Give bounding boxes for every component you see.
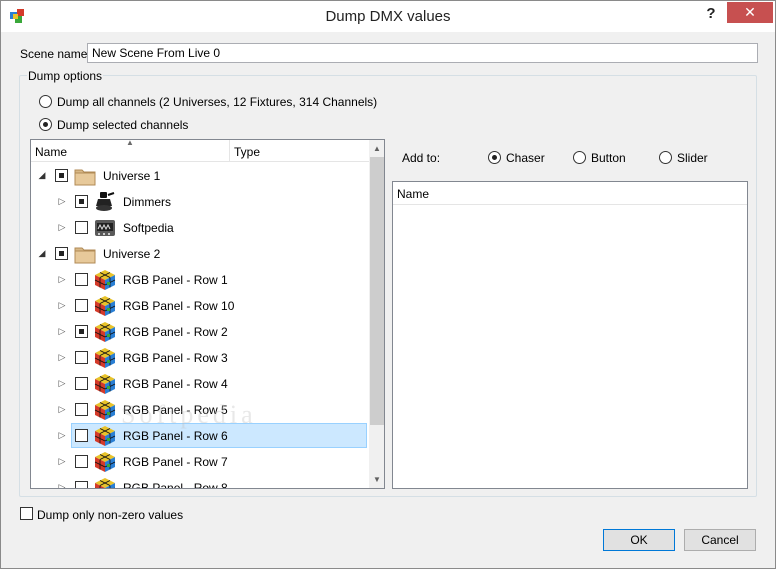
row-label: RGB Panel - Row 6 bbox=[123, 429, 228, 443]
add-to-button-radio[interactable] bbox=[573, 151, 586, 164]
column-type-header[interactable]: Type bbox=[234, 145, 260, 159]
row-checkbox[interactable] bbox=[55, 169, 68, 182]
row-checkbox[interactable] bbox=[75, 221, 88, 234]
row-label: Softpedia bbox=[123, 221, 174, 235]
rgb-cube-icon bbox=[94, 295, 116, 317]
add-to-slider-radio[interactable] bbox=[659, 151, 672, 164]
tree-row[interactable]: ◢ Universe 2 bbox=[31, 241, 369, 267]
device-icon bbox=[94, 217, 116, 239]
folder-icon bbox=[74, 165, 96, 187]
window-title: Dump DMX values bbox=[325, 8, 451, 25]
scroll-down-icon[interactable]: ▼ bbox=[369, 471, 384, 488]
expanded-arrow-icon[interactable]: ◢ bbox=[37, 170, 47, 180]
row-label: RGB Panel - Row 1 bbox=[123, 273, 228, 287]
ok-button[interactable]: OK bbox=[603, 529, 675, 551]
collapsed-arrow-icon[interactable]: ▷ bbox=[57, 222, 67, 232]
tree-header: ▲ Name Type bbox=[31, 140, 369, 162]
nonzero-label[interactable]: Dump only non-zero values bbox=[37, 508, 183, 522]
add-to-list-header: Name bbox=[393, 182, 747, 205]
scroll-thumb[interactable] bbox=[370, 157, 384, 425]
tree-row[interactable]: ▷ RGB Panel - Row 7 bbox=[31, 449, 369, 475]
add-to-chaser-radio[interactable] bbox=[488, 151, 501, 164]
cancel-button[interactable]: Cancel bbox=[684, 529, 756, 551]
add-to-label: Add to: bbox=[402, 151, 441, 165]
row-checkbox[interactable] bbox=[75, 299, 88, 312]
rgb-cube-icon bbox=[94, 425, 116, 447]
rgb-cube-icon bbox=[94, 321, 116, 343]
dimmer-lamp-icon bbox=[94, 191, 116, 213]
add-to-chaser-label[interactable]: Chaser bbox=[506, 151, 545, 165]
folder-icon bbox=[74, 243, 96, 265]
collapsed-arrow-icon[interactable]: ▷ bbox=[57, 196, 67, 206]
dump-selected-radio[interactable] bbox=[39, 118, 52, 131]
row-checkbox[interactable] bbox=[75, 429, 88, 442]
add-to-name-header[interactable]: Name bbox=[397, 187, 429, 201]
row-label: Universe 2 bbox=[103, 247, 161, 261]
collapsed-arrow-icon[interactable]: ▷ bbox=[57, 430, 67, 440]
rgb-cube-icon bbox=[94, 399, 116, 421]
rgb-cube-icon bbox=[94, 477, 116, 488]
dump-dmx-dialog: Dump DMX values ? ✕ Scene name: New Scen… bbox=[0, 0, 776, 569]
row-checkbox[interactable] bbox=[75, 455, 88, 468]
collapsed-arrow-icon[interactable]: ▷ bbox=[57, 378, 67, 388]
row-checkbox[interactable] bbox=[75, 481, 88, 488]
collapsed-arrow-icon[interactable]: ▷ bbox=[57, 326, 67, 336]
add-to-slider-label[interactable]: Slider bbox=[677, 151, 708, 165]
rgb-cube-icon bbox=[94, 269, 116, 291]
fixture-tree[interactable]: ▲ Name Type ◢ Universe 1 ▷ Dimmers ▷ Softpedi… bbox=[30, 139, 385, 489]
title-bar[interactable]: Dump DMX values ? ✕ bbox=[1, 1, 775, 32]
nonzero-checkbox[interactable] bbox=[20, 507, 33, 520]
dump-options-title: Dump options bbox=[27, 69, 104, 83]
column-separator[interactable] bbox=[229, 140, 230, 162]
row-checkbox[interactable] bbox=[75, 351, 88, 364]
dump-all-label[interactable]: Dump all channels (2 Universes, 12 Fixtu… bbox=[57, 95, 377, 109]
collapsed-arrow-icon[interactable]: ▷ bbox=[57, 456, 67, 466]
row-checkbox[interactable] bbox=[55, 247, 68, 260]
collapsed-arrow-icon[interactable]: ▷ bbox=[57, 352, 67, 362]
row-checkbox[interactable] bbox=[75, 195, 88, 208]
row-label: RGB Panel - Row 3 bbox=[123, 351, 228, 365]
tree-row[interactable]: ◢ Universe 1 bbox=[31, 163, 369, 189]
dump-selected-label[interactable]: Dump selected channels bbox=[57, 118, 188, 132]
tree-row[interactable]: ▷ RGB Panel - Row 8 bbox=[31, 475, 369, 489]
row-label: RGB Panel - Row 8 bbox=[123, 481, 228, 489]
column-name-header[interactable]: Name bbox=[35, 145, 67, 159]
watermark: Softpedia bbox=[121, 400, 257, 429]
rgb-cube-icon bbox=[94, 373, 116, 395]
collapsed-arrow-icon[interactable]: ▷ bbox=[57, 274, 67, 284]
scene-name-input[interactable]: New Scene From Live 0 bbox=[87, 43, 758, 63]
collapsed-arrow-icon[interactable]: ▷ bbox=[57, 300, 67, 310]
tree-row[interactable]: ▷ RGB Panel - Row 10 bbox=[31, 293, 369, 319]
tree-row[interactable]: ▷ Dimmers bbox=[31, 189, 369, 215]
dump-all-radio[interactable] bbox=[39, 95, 52, 108]
scroll-up-icon[interactable]: ▲ bbox=[369, 140, 384, 157]
collapsed-arrow-icon[interactable]: ▷ bbox=[57, 482, 67, 488]
tree-scrollbar[interactable]: ▲ ▼ bbox=[369, 140, 384, 488]
row-label: RGB Panel - Row 2 bbox=[123, 325, 228, 339]
add-to-button-label[interactable]: Button bbox=[591, 151, 626, 165]
tree-row[interactable]: ▷ Softpedia bbox=[31, 215, 369, 241]
row-checkbox[interactable] bbox=[75, 377, 88, 390]
expanded-arrow-icon[interactable]: ◢ bbox=[37, 248, 47, 258]
tree-row[interactable]: ▷ RGB Panel - Row 2 bbox=[31, 319, 369, 345]
row-checkbox[interactable] bbox=[75, 273, 88, 286]
add-to-list[interactable]: Name bbox=[392, 181, 748, 489]
row-checkbox[interactable] bbox=[75, 325, 88, 338]
row-label: Dimmers bbox=[123, 195, 171, 209]
rgb-cube-icon bbox=[94, 451, 116, 473]
tree-row[interactable]: ▷ RGB Panel - Row 3 bbox=[31, 345, 369, 371]
row-label: RGB Panel - Row 10 bbox=[123, 299, 235, 313]
row-label: Universe 1 bbox=[103, 169, 161, 183]
row-label: RGB Panel - Row 4 bbox=[123, 377, 228, 391]
rgb-cube-icon bbox=[94, 347, 116, 369]
sort-up-icon: ▲ bbox=[126, 139, 134, 147]
tree-row[interactable]: ▷ RGB Panel - Row 1 bbox=[31, 267, 369, 293]
row-label: RGB Panel - Row 7 bbox=[123, 455, 228, 469]
scene-name-label: Scene name: bbox=[20, 47, 91, 61]
collapsed-arrow-icon[interactable]: ▷ bbox=[57, 404, 67, 414]
help-button[interactable]: ? bbox=[697, 3, 725, 25]
row-checkbox[interactable] bbox=[75, 403, 88, 416]
close-button[interactable]: ✕ bbox=[727, 2, 773, 23]
tree-row[interactable]: ▷ RGB Panel - Row 4 bbox=[31, 371, 369, 397]
